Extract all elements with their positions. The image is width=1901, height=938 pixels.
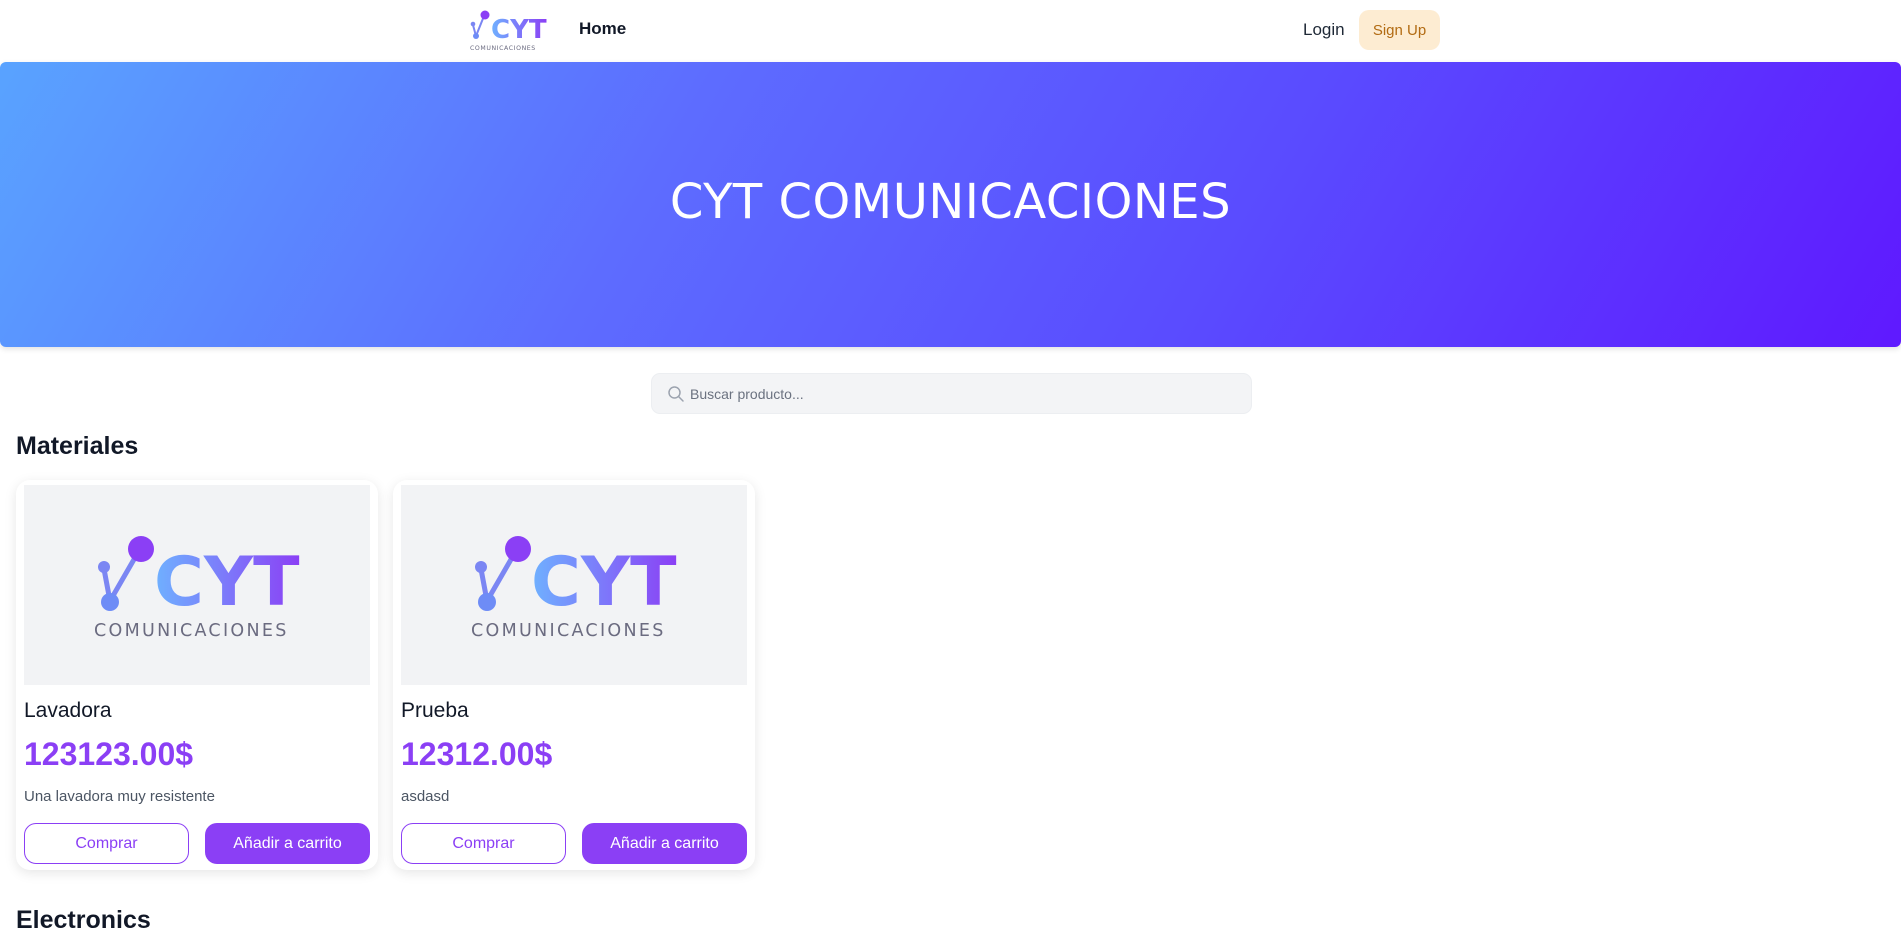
svg-text:CYT: CYT (491, 15, 547, 45)
navbar: CYT COMUNICACIONES Home Login Sign Up (0, 0, 1901, 62)
buy-button[interactable]: Comprar (401, 823, 566, 864)
svg-text:COMUNICACIONES: COMUNICACIONES (471, 621, 666, 641)
hero-title: CYT COMUNICACIONES (669, 174, 1232, 230)
search-bar (651, 373, 1252, 414)
section-title: Electronics (16, 906, 151, 934)
buy-button[interactable]: Comprar (24, 823, 189, 864)
hero-banner: CYT COMUNICACIONES (0, 62, 1901, 347)
product-description: Una lavadora muy resistente (24, 788, 215, 805)
nav-home-link[interactable]: Home (579, 19, 626, 39)
search-input[interactable] (690, 374, 1240, 413)
signup-button[interactable]: Sign Up (1359, 10, 1440, 50)
nav-login-link[interactable]: Login (1303, 20, 1345, 40)
cyt-logo[interactable]: CYT COMUNICACIONES (470, 8, 558, 54)
svg-text:CYT: CYT (154, 543, 300, 622)
product-price: 123123.00$ (24, 736, 194, 772)
add-to-cart-button[interactable]: Añadir a carrito (582, 823, 747, 864)
product-image: CYT COMUNICACIONES (24, 485, 370, 685)
search-icon (668, 386, 684, 402)
product-price: 12312.00$ (401, 736, 553, 772)
product-description: asdasd (401, 788, 450, 805)
product-image: CYT COMUNICACIONES (401, 485, 747, 685)
product-card: CYT COMUNICACIONES Lavadora 123123.00$ U… (16, 480, 378, 870)
product-name: Prueba (401, 699, 469, 722)
product-name: Lavadora (24, 699, 112, 722)
svg-text:CYT: CYT (531, 543, 677, 622)
add-to-cart-button[interactable]: Añadir a carrito (205, 823, 370, 864)
svg-text:COMUNICACIONES: COMUNICACIONES (470, 45, 536, 52)
product-card: CYT COMUNICACIONES Prueba 12312.00$ asda… (393, 480, 755, 870)
section-title: Materiales (16, 432, 139, 460)
svg-text:COMUNICACIONES: COMUNICACIONES (94, 621, 289, 641)
